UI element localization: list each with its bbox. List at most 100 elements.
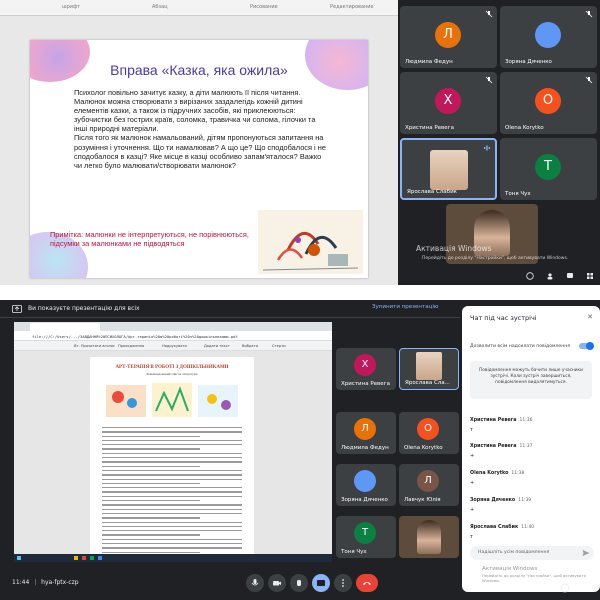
info-icon[interactable] bbox=[526, 272, 534, 280]
participant-tile[interactable]: Х Христина Ревега bbox=[336, 348, 396, 390]
pdf-tool-add-text[interactable]: Додати текст bbox=[204, 344, 230, 348]
top-meeting-view: шрифт Абзац Рисование Редактирование Впр… bbox=[0, 0, 600, 285]
chat-sender: Христина Ревега bbox=[470, 444, 517, 449]
taskbar-app-icon[interactable] bbox=[90, 556, 94, 560]
participant-tile[interactable]: Х Христина Ревега bbox=[400, 72, 497, 134]
bottom-meeting-view: Ви показуєте презентацію для всіх Зупини… bbox=[0, 300, 600, 600]
avatar: O bbox=[535, 88, 561, 114]
chat-message: Христина Ревега 11:36 т bbox=[470, 406, 592, 433]
ribbon-label-font: шрифт bbox=[62, 4, 81, 10]
people-icon[interactable] bbox=[546, 272, 554, 280]
participant-tile[interactable]: Л Людмила Федун bbox=[400, 6, 497, 68]
end-call-icon bbox=[363, 582, 371, 585]
more-vert-icon bbox=[342, 579, 344, 587]
chat-icon[interactable] bbox=[566, 272, 574, 280]
info-icon bbox=[560, 583, 570, 593]
browser-address-bar[interactable]: file:///C:/Users/.../ЗАВДАННЯ%20ПСИХОЛОГ… bbox=[14, 331, 332, 341]
participant-tile[interactable]: Л Людмила Федун bbox=[336, 412, 396, 454]
present-button[interactable] bbox=[312, 574, 330, 592]
avatar bbox=[354, 470, 376, 492]
presentation-area: шрифт Абзац Рисование Редактирование Впр… bbox=[0, 0, 398, 285]
pdf-tool-read-aloud[interactable]: Вт. Прочитати вголос bbox=[74, 344, 115, 348]
info-button[interactable] bbox=[560, 578, 570, 593]
mic-button[interactable] bbox=[246, 574, 264, 592]
chat-sender: Зоряна Дяченко bbox=[470, 498, 516, 503]
participant-name: Тоня Чух bbox=[341, 549, 367, 555]
camera-button[interactable] bbox=[268, 574, 286, 592]
activities-icon[interactable] bbox=[586, 272, 594, 280]
participant-tile[interactable]: O Olena Korytko bbox=[399, 412, 459, 454]
browser-tab-bar bbox=[14, 322, 332, 331]
participant-tile[interactable]: Т Тоня Чух bbox=[500, 138, 597, 200]
pdf-tool-print[interactable]: Надрукувати bbox=[162, 344, 187, 348]
present-screen-icon bbox=[317, 580, 325, 586]
slide-body: Психолог повільно зачитує казку, а діти … bbox=[74, 88, 329, 170]
avatar: Л bbox=[435, 22, 461, 48]
chat-time: 11:40 bbox=[521, 525, 535, 530]
chat-permission-toggle[interactable] bbox=[579, 342, 594, 350]
chat-sender: Ярослава Слабик bbox=[470, 525, 519, 530]
pdf-subheading: Рекомендований список літератури bbox=[146, 372, 198, 376]
participant-name: Тоня Чух bbox=[505, 191, 531, 197]
participant-tile-speaking[interactable]: Ярослава Сла... bbox=[399, 348, 459, 390]
taskbar-app-icon[interactable] bbox=[74, 556, 78, 560]
taskbar-app-icon[interactable] bbox=[98, 556, 102, 560]
office-ribbon-strip: шрифт Абзац Рисование Редактирование bbox=[0, 0, 398, 16]
presenting-banner: Ви показуєте презентацію для всіх Зупини… bbox=[0, 300, 460, 318]
slide-paragraph: Малюнок можна створювати з вирізаних заз… bbox=[74, 97, 316, 134]
hand-icon bbox=[297, 580, 301, 586]
end-call-button[interactable] bbox=[356, 574, 378, 592]
participant-grid: Х Христина Ревега Ярослава Сла... Л Людм… bbox=[336, 320, 460, 570]
self-view-tile[interactable] bbox=[399, 516, 459, 558]
pdf-page: АРТ-ТЕРАПІЯ В РОБОТІ З ДОШКІЛЬНИКАМИ Рек… bbox=[90, 357, 254, 554]
participant-tile[interactable]: O Olena Korytko bbox=[500, 72, 597, 134]
participant-tile[interactable]: Зоряна Дяченко bbox=[336, 464, 396, 506]
windows-watermark-title: Активація Windows bbox=[416, 244, 492, 253]
chat-message: Ярослава Слабик 11:40 т bbox=[470, 513, 592, 540]
close-icon[interactable]: ✕ bbox=[587, 313, 593, 321]
mic-icon bbox=[251, 579, 259, 586]
chat-input[interactable]: Надішліть усім повідомлення bbox=[470, 546, 594, 560]
shared-screen: file:///C:/Users/.../ЗАВДАННЯ%20ПСИХОЛОГ… bbox=[14, 322, 332, 562]
ribbon-label-drawing: Рисование bbox=[250, 4, 278, 10]
stop-presenting-button[interactable]: Зупинити презентацію bbox=[372, 304, 439, 310]
windows-watermark-text: Перейдіть до розділу "Настройки", щоб ак… bbox=[422, 256, 569, 261]
participant-tile-speaking[interactable]: Ярослава Слабик bbox=[400, 138, 497, 200]
chat-text: т bbox=[470, 534, 473, 540]
ribbon-label-editing: Редактирование bbox=[330, 4, 374, 10]
avatar: Т bbox=[354, 522, 376, 544]
windows-watermark-title: Активація Windows bbox=[482, 566, 538, 572]
avatar: Х bbox=[435, 88, 461, 114]
meeting-time: 11:44 bbox=[12, 579, 30, 586]
slide-note-label: Примітка: bbox=[50, 230, 84, 239]
send-icon[interactable] bbox=[582, 549, 590, 557]
taskbar-app-icon[interactable] bbox=[82, 556, 86, 560]
chat-time: 11:39 bbox=[518, 498, 532, 503]
participant-name: Olena Korytko bbox=[505, 125, 544, 131]
chat-time: 11:36 bbox=[519, 418, 533, 423]
chat-sender: Христина Ревега bbox=[470, 418, 517, 423]
browser-tab[interactable] bbox=[30, 323, 100, 331]
raise-hand-button[interactable] bbox=[290, 574, 308, 592]
mic-off-icon bbox=[485, 76, 493, 84]
self-video bbox=[417, 520, 441, 554]
more-options-button[interactable] bbox=[334, 574, 352, 592]
meeting-code: hya-fptx-czp bbox=[41, 579, 79, 586]
participant-name: Людмила Федун bbox=[405, 59, 453, 65]
chat-message: Зоряна Дяченко 11:39 + bbox=[470, 486, 592, 513]
chat-time: 11:38 bbox=[511, 471, 525, 476]
pdf-tool-erase[interactable]: Стерти bbox=[272, 344, 286, 348]
participant-tile[interactable]: Л Лавчук Юлія bbox=[399, 464, 459, 506]
pdf-tool-pass[interactable]: Проходження bbox=[118, 344, 144, 348]
pdf-tool-select[interactable]: Вибрати bbox=[242, 344, 258, 348]
chat-panel: Чат під час зустрічі ✕ Дозволити всім на… bbox=[462, 306, 600, 592]
participant-name: Христина Ревега bbox=[341, 381, 390, 387]
participant-tile[interactable]: Т Тоня Чух bbox=[336, 516, 396, 558]
self-view-tile[interactable] bbox=[446, 204, 538, 264]
start-icon[interactable] bbox=[17, 556, 21, 560]
participant-name: Лавчук Юлія bbox=[404, 497, 441, 503]
top-controls-strip bbox=[406, 272, 596, 280]
participant-tile[interactable]: Зоряна Дяченко bbox=[500, 6, 597, 68]
pdf-viewport[interactable]: АРТ-ТЕРАПІЯ В РОБОТІ З ДОШКІЛЬНИКАМИ Рек… bbox=[14, 351, 332, 554]
avatar: Л bbox=[417, 470, 439, 492]
